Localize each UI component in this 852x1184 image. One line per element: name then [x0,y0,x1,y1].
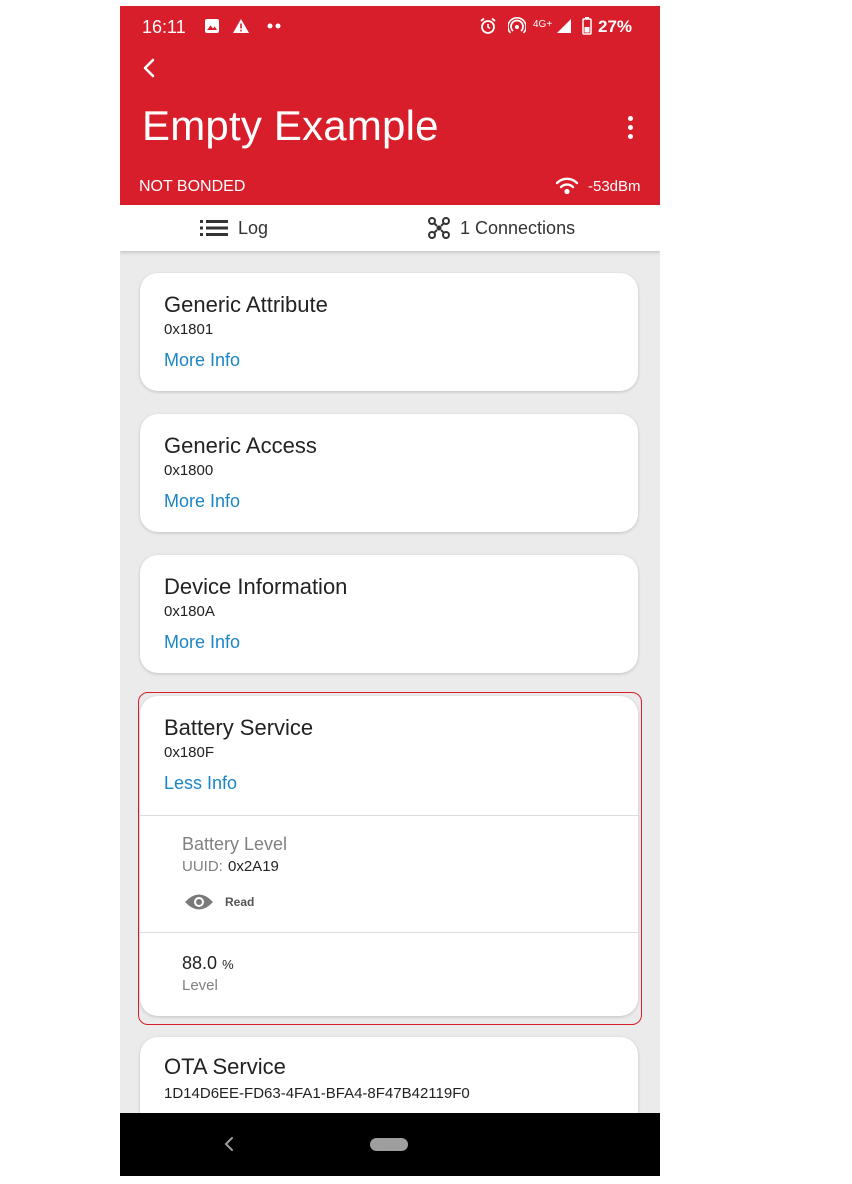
service-card[interactable]: Generic Access 0x1800 More Info [140,414,638,532]
eye-icon[interactable] [184,893,214,916]
network-type: 4G+ [533,18,553,30]
value-unit: % [222,957,234,972]
service-uuid: 0x180A [164,603,215,620]
tab-connections-label: 1 Connections [460,217,576,238]
service-card[interactable]: Generic Attribute 0x1801 More Info [140,273,638,391]
nav-back-icon[interactable] [222,1135,236,1158]
divider [140,815,638,816]
service-uuid: 0x180F [164,744,215,761]
image-icon [204,16,220,36]
list-icon [200,219,228,237]
nav-home-pill[interactable] [370,1138,408,1151]
signal-icon [556,16,572,36]
phone-screen: 16:11 4G+ 27% Empty Example NOT BONDED -… [120,6,660,1176]
tab-log-label: Log [238,217,269,238]
service-name: OTA Service [164,1054,286,1079]
service-uuid: 0x1801 [164,321,214,338]
service-card[interactable]: Device Information 0x180A More Info [140,555,638,673]
service-card-expanded[interactable]: Battery Service 0x180F Less Info Battery… [140,696,638,1016]
service-name: Generic Attribute [164,292,328,317]
battery-icon [582,16,592,36]
tab-log[interactable]: Log [200,205,268,251]
alarm-icon [479,16,497,36]
page-title: Empty Example [142,102,439,149]
read-property-label[interactable]: Read [225,895,254,909]
wifi-signal-icon [555,177,579,200]
network-icon [428,217,450,239]
less-info-link[interactable]: Less Info [164,773,237,794]
service-name: Generic Access [164,433,317,458]
rssi-value: -53dBm [588,178,641,195]
app-header: 16:11 4G+ 27% Empty Example NOT BONDED -… [120,6,660,205]
battery-percent: 27% [598,17,633,36]
back-button[interactable] [138,56,162,80]
value-number: 88.0 [182,953,218,973]
service-name: Battery Service [164,715,314,740]
tab-bar: Log 1 Connections [120,205,660,251]
more-info-link[interactable]: More Info [164,632,240,653]
more-info-link[interactable]: More Info [164,491,240,512]
characteristic-name: Battery Level [182,834,288,854]
tab-connections[interactable]: 1 Connections [428,205,575,251]
status-time: 16:11 [142,17,186,37]
characteristic-uuid: 0x2A19 [228,858,279,875]
service-name: Device Information [164,574,348,599]
navigation-bar [120,1113,660,1176]
status-bar: 16:11 4G+ 27% [120,6,660,48]
characteristic-value: 88.0 % [182,953,234,974]
more-options-icon[interactable] [620,116,640,142]
chevron-left-icon [143,58,155,78]
characteristic-uuid-label: UUID: [182,858,223,875]
alert-icon [232,16,250,36]
service-uuid: 1D14D6EE-FD63-4FA1-BFA4-8F47B42119F0 [164,1085,470,1102]
divider [140,932,638,933]
value-label: Level [182,977,218,994]
dots-icon [266,16,282,36]
hotspot-icon [508,16,526,36]
service-uuid: 0x1800 [164,462,214,479]
more-info-link[interactable]: More Info [164,350,240,371]
bond-status: NOT BONDED [139,178,246,195]
